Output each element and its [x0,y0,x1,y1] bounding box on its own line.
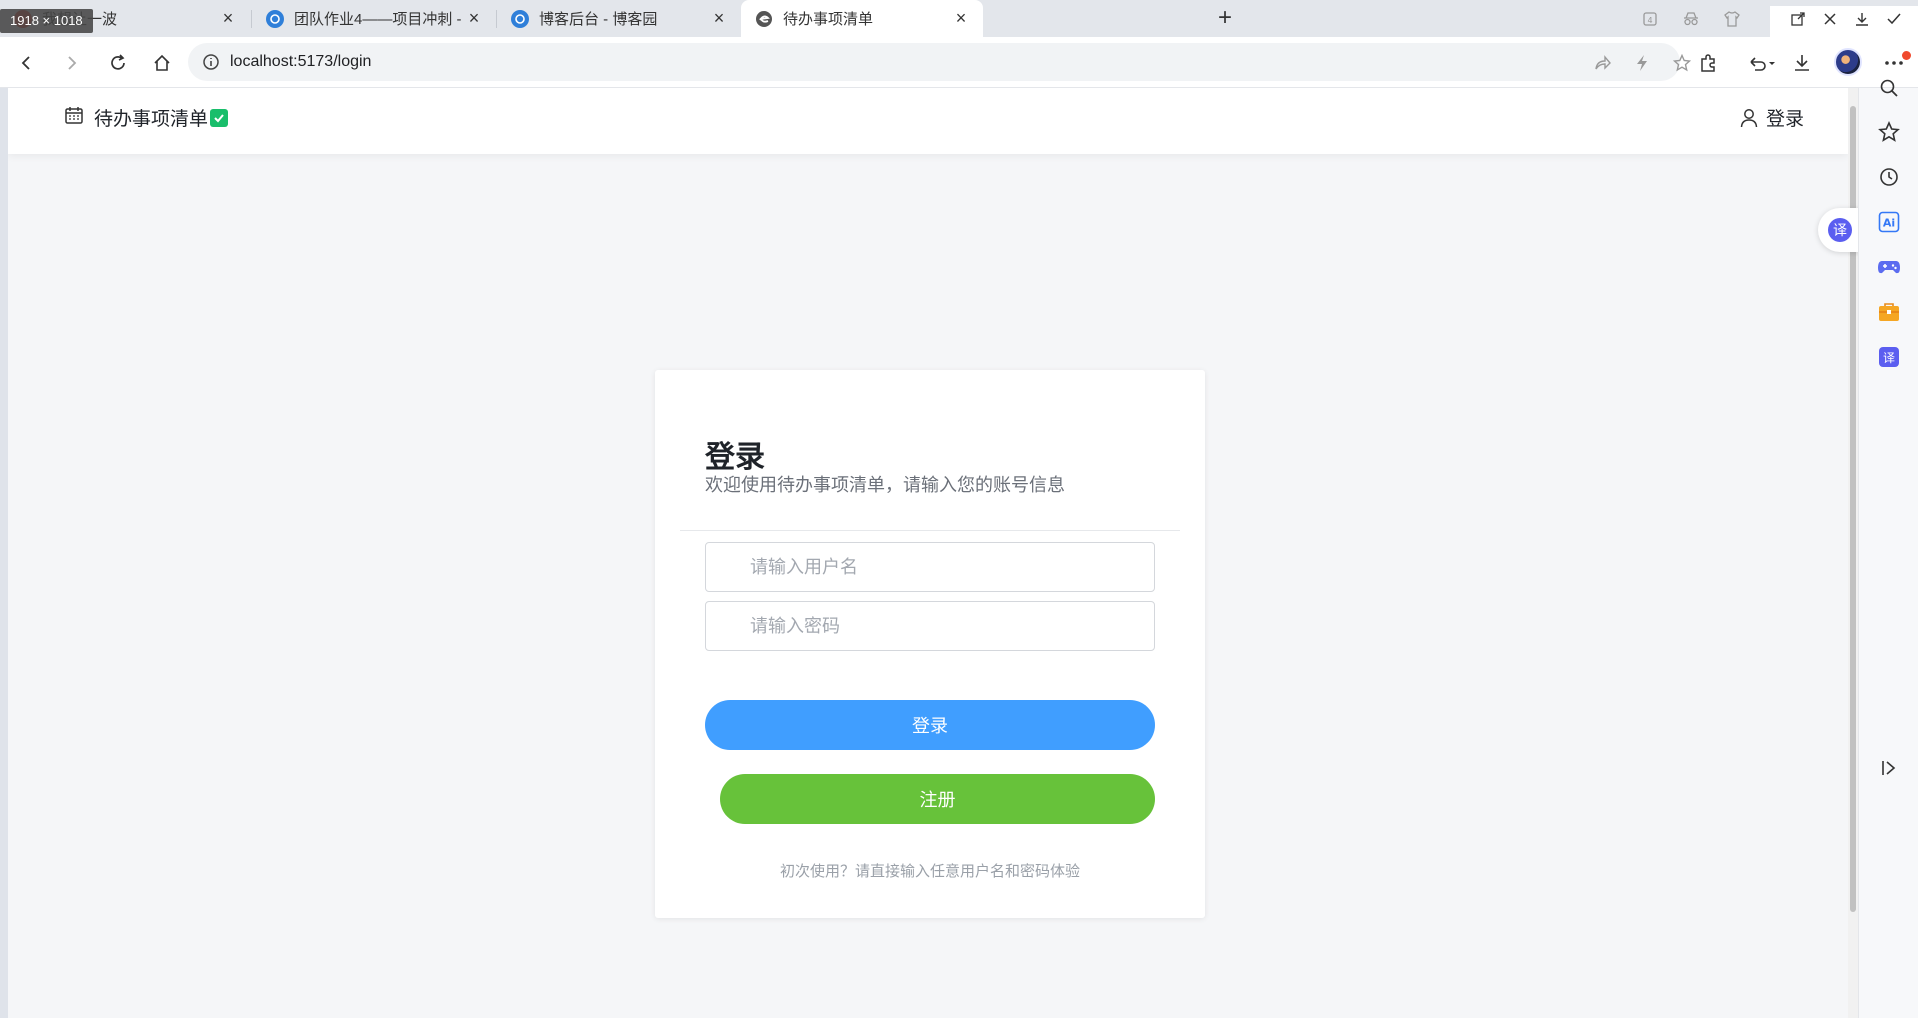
register-button[interactable]: 注册 [720,774,1155,824]
login-card: 登录 欢迎使用待办事项清单，请输入您的账号信息 登录 注册 初次使用？请直接输入… [655,370,1205,918]
user-icon [1740,108,1758,127]
tab-title: 待办事项清单 [783,11,874,28]
tab-title: 团队作业4——项目冲刺 - 作业 - [294,11,464,28]
notification-dot [1902,51,1911,60]
browser-tab[interactable]: 博客后台 - 博客园 × [497,0,741,37]
lightning-icon[interactable] [1632,53,1652,73]
tab-search-icon[interactable]: 4 [1641,10,1659,28]
svg-text:译: 译 [1883,351,1895,365]
site-info-icon[interactable] [202,53,220,76]
close-tab-icon[interactable]: × [709,8,729,29]
page-viewport: 待办事项清单 登录 登录 欢迎使用待办事项清单，请输入您的账号信息 登录 注册 … [8,88,1848,1018]
home-button[interactable] [148,49,176,77]
shirt-icon[interactable] [1723,10,1741,28]
sidebar-history-icon[interactable] [1877,165,1901,189]
sidebar-toolbox-icon[interactable] [1877,300,1901,324]
header-login-label: 登录 [1765,109,1804,130]
sidebar-game-icon[interactable] [1877,255,1901,279]
sidebar-search-icon[interactable] [1877,76,1901,100]
browser-tab-strip: 我想让一波 × 1918 × 1018 团队作业4——项目冲刺 - 作业 - ×… [0,0,1918,38]
pin-window-icon[interactable] [1784,6,1812,32]
forward-button[interactable] [58,49,86,77]
password-input[interactable] [750,602,1140,650]
login-subtitle: 欢迎使用待办事项清单，请输入您的账号信息 [705,475,1065,495]
password-field[interactable] [705,601,1155,651]
sidebar-favorites-icon[interactable] [1877,120,1901,144]
address-url[interactable]: localhost:5173/login [230,53,371,71]
check-badge-icon [210,108,229,127]
close-tab-icon[interactable]: × [218,8,238,29]
translate-icon: 译 [1828,218,1852,242]
close-tab-icon[interactable]: × [464,8,484,29]
browser-tab[interactable]: 团队作业4——项目冲刺 - 作业 - × [252,0,496,37]
undo-dropdown-icon[interactable] [1742,49,1782,77]
username-input[interactable] [750,543,1140,591]
cnblogs-icon [266,9,284,28]
login-button[interactable]: 登录 [705,700,1155,750]
svg-text:Ai: Ai [1883,217,1895,230]
close-tab-icon[interactable]: × [951,8,971,29]
login-title: 登录 [705,441,765,474]
sidebar-translate-icon[interactable]: 译 [1877,345,1901,369]
browser-sidebar: Ai 译 [1858,79,1918,1018]
username-field[interactable] [705,542,1155,592]
address-bar[interactable]: localhost:5173/login [188,43,1691,81]
cnblogs-icon [511,9,529,28]
browser-tab-active[interactable]: 待办事项清单 × [741,0,983,37]
profile-avatar[interactable] [1834,48,1862,76]
new-tab-button[interactable]: + [1212,6,1238,32]
header-login-link[interactable]: 登录 [1740,104,1804,131]
app-brand[interactable]: 待办事项清单 [64,104,229,131]
reload-button[interactable] [104,49,132,77]
app-title: 待办事项清单 [94,109,209,130]
sidebar-ai-icon[interactable]: Ai [1877,210,1901,234]
downloads-icon[interactable] [1788,49,1816,77]
divider [680,530,1180,531]
download-small-icon[interactable] [1848,6,1876,32]
collapse-sidebar-icon[interactable] [1877,756,1901,780]
floating-translate-button[interactable]: 译 [1818,208,1862,252]
edge-e-icon [755,9,773,28]
svg-text:4: 4 [1647,16,1652,25]
back-button[interactable] [12,49,40,77]
share-icon[interactable] [1592,53,1612,73]
extensions-icon[interactable] [1694,49,1722,77]
close-window-icon[interactable] [1816,6,1844,32]
incognito-icon[interactable] [1682,10,1700,28]
browser-toolbar: localhost:5173/login [0,37,1918,88]
app-header: 待办事项清单 登录 [8,88,1848,154]
screenshot-size-badge: 1918 × 1018 [0,9,93,33]
tab-title: 博客后台 - 博客园 [539,11,658,28]
favorite-star-icon[interactable] [1672,53,1692,73]
checkmark-icon[interactable] [1880,6,1908,32]
calendar-icon [64,105,84,131]
first-use-hint: 初次使用？请直接输入任意用户名和密码体验 [779,863,1080,880]
